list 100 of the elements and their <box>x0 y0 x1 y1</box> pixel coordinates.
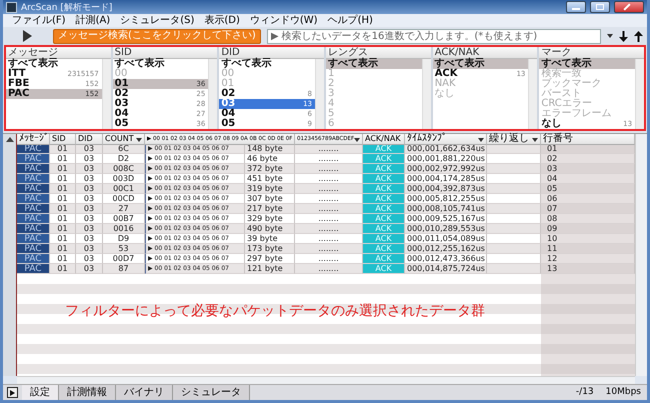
scrollbar[interactable] <box>3 134 17 376</box>
table-cell: 000,012,473,366us <box>405 254 487 264</box>
maximize-button[interactable] <box>590 1 610 13</box>
table-cell: 05 <box>541 184 635 194</box>
table-cell: 01 <box>50 204 76 214</box>
status-cell: ACK <box>363 234 405 244</box>
column-header: ACK/NAK <box>432 47 538 59</box>
column-header[interactable]: COUNT <box>103 134 145 145</box>
table-cell: 11 <box>541 244 635 254</box>
table-cell: 121 byte <box>245 264 295 274</box>
column-header[interactable]: SID <box>50 134 76 145</box>
column-header[interactable]: DID <box>76 134 103 145</box>
dropdown-icon[interactable] <box>607 34 613 38</box>
item-label: NAK <box>434 79 457 89</box>
status-cell: ACK <box>363 174 405 184</box>
tab[interactable]: 計測情報 <box>59 385 116 400</box>
status-cell: ACK <box>363 144 405 154</box>
table-cell: PAC <box>17 234 50 244</box>
filter-item[interactable]: すべて表示 <box>219 59 316 69</box>
status-cell: ACK <box>363 244 405 254</box>
table-cell: 03 <box>76 144 103 154</box>
table-cell: 03 <box>76 174 103 184</box>
table-cell: 217 byte <box>245 204 295 214</box>
table-cell: 01 <box>50 254 76 264</box>
table-cell: 297 byte <box>245 254 295 264</box>
column-header[interactable]: 繰り返し <box>487 134 541 145</box>
table-cell: 00C1 <box>103 184 145 194</box>
item-label: 05 <box>114 119 130 129</box>
panel-toggle-icon[interactable] <box>7 387 18 398</box>
filter-item[interactable]: すべて表示 <box>432 59 528 69</box>
filter-item[interactable]: すべて表示 <box>326 59 422 69</box>
menu-item[interactable]: ヘルプ(H) <box>322 14 378 26</box>
tab[interactable]: バイナリ <box>116 385 173 400</box>
table-cell: 07 <box>541 204 635 214</box>
filter-item[interactable]: すべて表示 <box>539 59 636 69</box>
table-cell: PAC <box>17 254 50 264</box>
item-label: CRCエラー <box>541 99 593 109</box>
table-cell: 02 <box>541 154 635 164</box>
column-header[interactable]: ﾀｲﾑｽﾀﾝﾌﾟ <box>405 134 487 145</box>
item-label: 5 <box>328 109 336 119</box>
table-cell <box>487 164 541 174</box>
table-cell: 01 <box>50 164 76 174</box>
item-label: 2 <box>328 79 336 89</box>
arrow-up-icon[interactable] <box>634 30 643 42</box>
filter-item[interactable]: すべて表示 <box>6 59 102 69</box>
search-field[interactable]: ▶ 検索したいデータを16進数で入力します。(*も使えます) <box>266 28 601 44</box>
menu-item[interactable]: ウィンドウ(W) <box>244 14 323 26</box>
table-cell: 008C <box>103 164 145 174</box>
table-cell: 00B7 <box>103 214 145 224</box>
tab[interactable]: シミュレータ <box>173 385 250 400</box>
table-cell <box>487 264 541 274</box>
item-label: 01 <box>114 79 130 89</box>
table-cell: 000,004,174,285us <box>405 174 487 184</box>
table-cell: PAC <box>17 154 50 164</box>
filter-item[interactable]: すべて表示 <box>112 59 208 69</box>
table-cell: 03 <box>76 244 103 254</box>
table-cell: 01 <box>50 144 76 154</box>
column-header: マーク <box>539 47 644 59</box>
table-cell: 03 <box>76 184 103 194</box>
table-cell: 27 <box>103 204 145 214</box>
column-header[interactable]: ﾒｯｾｰｼﾞ <box>17 134 50 145</box>
app-icon <box>6 2 17 12</box>
column-header[interactable]: 行番号 <box>541 134 635 145</box>
tab[interactable]: 設定 <box>22 385 59 400</box>
table-cell: 0016 <box>103 224 145 234</box>
item-label: 00 <box>221 69 236 79</box>
status-text: -/13 <box>574 386 595 399</box>
menu-item[interactable]: 表示(D) <box>199 14 245 26</box>
table-cell: 490 byte <box>245 224 295 234</box>
item-label: すべて表示 <box>221 59 272 69</box>
table-cell: 01 <box>50 244 76 254</box>
menu-item[interactable]: ファイル(F) <box>7 14 71 26</box>
table-cell: 000,001,662,634us <box>405 144 487 154</box>
item-label: 02 <box>114 89 130 99</box>
item-label: 01 <box>221 79 236 89</box>
item-label: エラーフレーム <box>541 109 612 119</box>
table-cell <box>487 194 541 204</box>
table-cell: 03 <box>76 194 103 204</box>
table-cell: 87 <box>103 264 145 274</box>
item-label: すべて表示 <box>328 59 380 69</box>
item-label: すべて表示 <box>434 59 486 69</box>
status-cell: ACK <box>363 154 405 164</box>
table-cell: ........ <box>295 154 363 164</box>
table-cell: 03 <box>76 154 103 164</box>
item-label: 03 <box>114 99 130 109</box>
table-cell: ........ <box>295 204 363 214</box>
table-cell: 03 <box>76 254 103 264</box>
arrow-down-icon[interactable] <box>619 30 628 42</box>
menu-item[interactable]: 計測(A) <box>70 14 116 26</box>
table-cell: 03 <box>76 264 103 274</box>
minimize-button[interactable] <box>566 1 586 13</box>
item-label: 04 <box>114 109 130 119</box>
column-header[interactable]: ACK/NAK <box>363 134 405 145</box>
menu-item[interactable]: シミュレータ(S) <box>115 14 200 26</box>
item-label: ITT <box>8 69 26 79</box>
table-cell: ........ <box>295 194 363 204</box>
table-cell: 00D7 <box>103 254 145 264</box>
table-cell: ........ <box>295 164 363 174</box>
table-cell: ........ <box>295 224 363 234</box>
close-button[interactable] <box>614 1 644 13</box>
